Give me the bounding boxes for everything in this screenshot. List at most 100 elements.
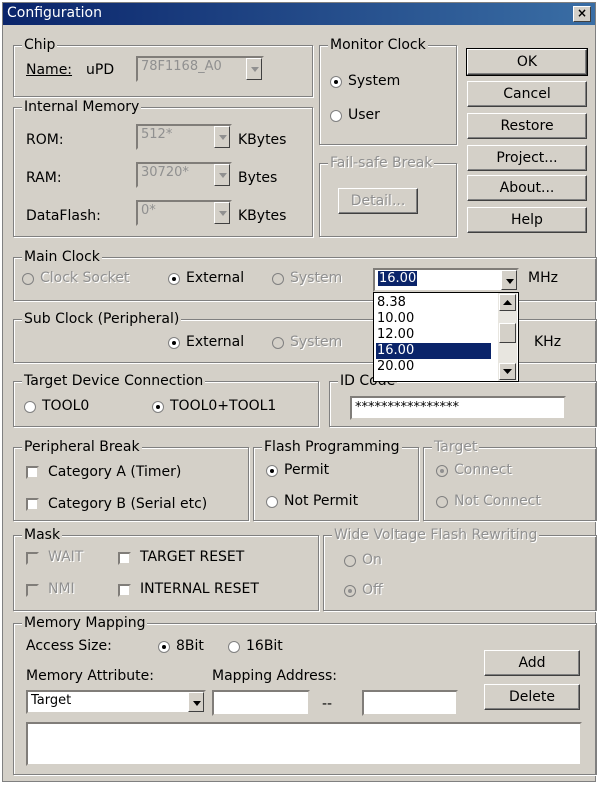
wait-label[interactable]: WAIT — [48, 549, 83, 565]
dataflash-value: 0* — [141, 203, 156, 218]
mapping-start-field[interactable] — [212, 690, 310, 716]
address-separator: -- — [322, 696, 333, 712]
rom-combo[interactable]: 512* — [136, 124, 232, 150]
ram-combo[interactable]: 30720* — [136, 162, 232, 188]
dropdown-option-2[interactable]: 12.00 — [376, 327, 491, 343]
main-external-radio[interactable] — [168, 273, 180, 285]
clock-socket-label[interactable]: Clock Socket — [40, 270, 129, 286]
dropdown-option-0[interactable]: 8.38 — [376, 295, 491, 311]
wide-voltage-off-label[interactable]: Off — [362, 582, 383, 598]
rom-label: ROM: — [26, 132, 64, 148]
help-button[interactable]: Help — [467, 207, 587, 233]
memory-attribute-label: Memory Attribute: — [26, 668, 154, 684]
category-a-checkbox[interactable] — [26, 466, 39, 479]
main-clock-legend: Main Clock — [22, 249, 102, 265]
sub-external-radio[interactable] — [168, 337, 180, 349]
memory-attribute-combo[interactable]: Target — [26, 690, 206, 714]
ok-button[interactable]: OK — [466, 48, 588, 76]
not-connect-label[interactable]: Not Connect — [454, 493, 541, 509]
wide-voltage-off-radio[interactable] — [344, 585, 356, 597]
not-permit-radio[interactable] — [266, 496, 278, 508]
permit-label[interactable]: Permit — [284, 462, 329, 478]
tool0-radio[interactable] — [24, 401, 36, 413]
chip-name-combo[interactable]: 78F1168_A0 — [136, 56, 264, 82]
restore-button[interactable]: Restore — [467, 113, 587, 139]
nmi-checkbox[interactable] — [26, 584, 39, 597]
tool0-tool1-label[interactable]: TOOL0+TOOL1 — [170, 398, 276, 414]
main-system-radio[interactable] — [272, 273, 284, 285]
dropdown-option-3[interactable]: 16.00 — [376, 343, 491, 359]
delete-button[interactable]: Delete — [484, 684, 580, 710]
main-system-label[interactable]: System — [290, 270, 342, 286]
dropdown-scrollbar[interactable] — [498, 293, 517, 381]
wait-checkbox[interactable] — [26, 552, 39, 565]
id-code-field[interactable]: **************** — [350, 396, 566, 420]
category-a-label[interactable]: Category A (Timer) — [48, 464, 181, 480]
main-external-label[interactable]: External — [186, 270, 244, 286]
not-permit-label[interactable]: Not Permit — [284, 493, 358, 509]
target-reset-label[interactable]: TARGET RESET — [140, 549, 244, 565]
16bit-radio[interactable] — [228, 641, 240, 653]
wide-voltage-on-label[interactable]: On — [362, 552, 382, 568]
chip-name-label: Name: — [26, 62, 73, 78]
mask-legend: Mask — [22, 527, 63, 543]
chevron-down-icon[interactable] — [214, 202, 230, 224]
monitor-system-radio[interactable] — [330, 76, 342, 88]
about-button[interactable]: About... — [467, 175, 587, 201]
8bit-label[interactable]: 8Bit — [176, 638, 204, 654]
nmi-label[interactable]: NMI — [48, 581, 75, 597]
category-b-checkbox[interactable] — [26, 498, 39, 511]
chevron-down-icon[interactable] — [246, 58, 262, 80]
permit-radio[interactable] — [266, 465, 278, 477]
mapping-list[interactable] — [26, 722, 582, 766]
not-connect-radio[interactable] — [436, 496, 448, 508]
configuration-dialog: Configuration × Chip Name: uPD 78F1168_A… — [2, 2, 597, 782]
main-clock-unit: MHz — [528, 270, 558, 286]
chip-prefix: uPD — [86, 62, 115, 78]
project-button[interactable]: Project... — [467, 145, 587, 171]
main-clock-dropdown[interactable]: 8.38 10.00 12.00 16.00 20.00 — [373, 292, 519, 382]
connect-label[interactable]: Connect — [454, 462, 512, 478]
sub-system-label[interactable]: System — [290, 334, 342, 350]
scroll-down-icon[interactable] — [499, 363, 516, 380]
dropdown-option-4[interactable]: 20.00 — [376, 359, 491, 375]
scroll-thumb[interactable] — [499, 323, 516, 343]
dropdown-option-1[interactable]: 10.00 — [376, 311, 491, 327]
chevron-down-icon[interactable] — [188, 692, 204, 712]
monitor-system-label[interactable]: System — [348, 73, 400, 89]
wide-voltage-on-radio[interactable] — [344, 555, 356, 567]
internal-reset-checkbox[interactable] — [118, 584, 131, 597]
chevron-down-icon[interactable] — [214, 164, 230, 186]
add-button[interactable]: Add — [484, 650, 580, 676]
chevron-down-icon[interactable] — [501, 270, 517, 290]
close-icon[interactable]: × — [573, 6, 591, 22]
target-reset-checkbox[interactable] — [118, 552, 131, 565]
title-bar[interactable]: Configuration × — [3, 3, 595, 25]
main-clock-combo[interactable]: 16.00 — [373, 268, 519, 292]
tool0-tool1-radio[interactable] — [152, 401, 164, 413]
flash-programming-legend: Flash Programming — [262, 439, 402, 455]
cancel-button[interactable]: Cancel — [467, 81, 587, 107]
dataflash-unit: KBytes — [238, 208, 287, 224]
16bit-label[interactable]: 16Bit — [246, 638, 283, 654]
sub-clock-legend: Sub Clock (Peripheral) — [22, 311, 182, 327]
dataflash-combo[interactable]: 0* — [136, 200, 232, 226]
category-b-label[interactable]: Category B (Serial etc) — [48, 496, 207, 512]
chevron-down-icon[interactable] — [214, 126, 230, 148]
scroll-up-icon[interactable] — [499, 294, 516, 311]
internal-reset-label[interactable]: INTERNAL RESET — [140, 581, 259, 597]
sub-system-radio[interactable] — [272, 337, 284, 349]
clock-socket-radio[interactable] — [22, 273, 34, 285]
ram-value: 30720* — [141, 165, 189, 180]
id-code-group: ID Code **************** — [329, 373, 597, 427]
8bit-radio[interactable] — [158, 641, 170, 653]
monitor-user-radio[interactable] — [330, 110, 342, 122]
sub-external-label[interactable]: External — [186, 334, 244, 350]
tool0-label[interactable]: TOOL0 — [42, 398, 89, 414]
memory-mapping-legend: Memory Mapping — [22, 615, 148, 631]
monitor-user-label[interactable]: User — [348, 107, 380, 123]
detail-button[interactable]: Detail... — [338, 188, 418, 214]
target-group: Target Connect Not Connect — [423, 439, 597, 521]
mapping-end-field[interactable] — [362, 690, 458, 716]
connect-radio[interactable] — [436, 465, 448, 477]
